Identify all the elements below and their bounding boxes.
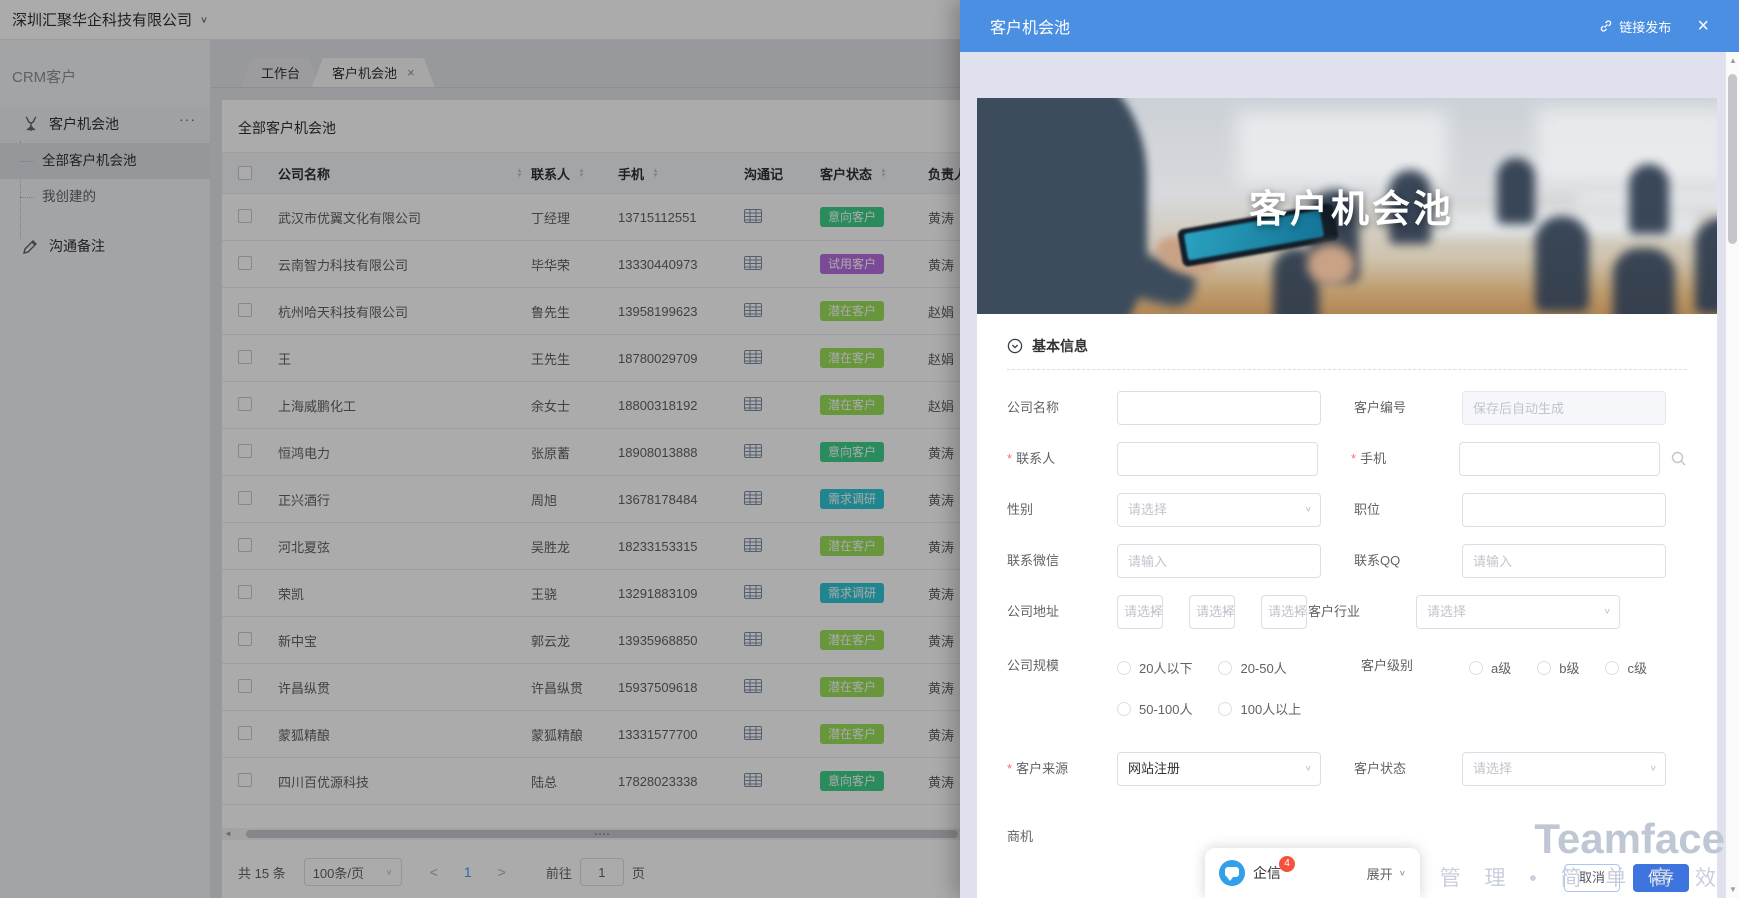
wechat-input[interactable] (1117, 544, 1321, 578)
drawer-actions: 取消 保存 (1563, 864, 1689, 892)
source-value: 网站注册 (1128, 761, 1181, 776)
field-label-qq: 联系QQ (1354, 553, 1401, 568)
radio-label: 100人以上 (1240, 702, 1302, 717)
chevron-down-icon (1399, 869, 1406, 878)
radio-c级[interactable]: c级 (1605, 658, 1647, 677)
radio-label: a级 (1491, 661, 1512, 676)
radio-a级[interactable]: a级 (1469, 658, 1511, 677)
search-icon[interactable] (1670, 450, 1687, 467)
close-icon[interactable]: × (1697, 16, 1709, 36)
circle-chevron-icon (1007, 338, 1023, 354)
company-name-input[interactable] (1117, 391, 1321, 425)
form-card: 基本信息 公司名称 客户编号 联系人 手机 (977, 314, 1717, 898)
field-label-industry: 客户行业 (1308, 604, 1361, 619)
field-label-position: 职位 (1354, 502, 1381, 517)
gender-placeholder: 请选择 (1128, 502, 1168, 517)
mobile-input[interactable] (1459, 442, 1660, 476)
field-label-address: 公司地址 (1007, 604, 1060, 619)
radio-100人以上[interactable]: 100人以上 (1218, 699, 1301, 718)
drawer: 客户机会池 链接发布 × ▲ ▼ 客户机会池 基本信息 公司名称 客户编号 保存… (960, 0, 1739, 898)
status-placeholder: 请选择 (1473, 761, 1513, 776)
address-province-select[interactable]: 请选择 (1117, 595, 1163, 629)
section-label: 基本信息 (1032, 338, 1088, 354)
chevron-down-icon (1151, 599, 1158, 625)
radio-label: b级 (1559, 661, 1580, 676)
radio-circle-icon (1469, 660, 1483, 675)
radio-circle-icon (1218, 701, 1233, 716)
radio-circle-icon (1117, 701, 1131, 716)
radio-label: 20-50人 (1240, 661, 1287, 676)
link-publish-button[interactable]: 链接发布 (1599, 17, 1671, 36)
expand-button[interactable]: 展开 (1367, 864, 1406, 883)
app-screen: 深圳汇聚华企科技有限公司 CRM客户 客户机会池 ··· 全部客户机会池我创建的… (0, 0, 1739, 898)
field-label-source: 客户来源 (1007, 752, 1117, 786)
qq-input[interactable] (1462, 544, 1666, 578)
radio-20-50人[interactable]: 20-50人 (1218, 658, 1287, 677)
save-button[interactable]: 保存 (1632, 864, 1689, 892)
scrollbar-thumb[interactable] (1728, 74, 1737, 244)
field-label-mobile: 手机 (1351, 442, 1459, 476)
field-label-company-name: 公司名称 (1007, 400, 1060, 415)
chevron-down-icon (1223, 599, 1230, 625)
gender-select[interactable]: 请选择 (1117, 493, 1321, 527)
contact-input[interactable] (1117, 442, 1318, 476)
address-district-select[interactable]: 请选择 (1261, 595, 1307, 629)
chat-widget-name: 企信 (1253, 865, 1281, 881)
radio-50-100人[interactable]: 50-100人 (1117, 699, 1192, 718)
link-publish-label: 链接发布 (1619, 19, 1672, 35)
customer-no-input (1462, 391, 1666, 425)
field-label-opportunity: 商机 (1007, 829, 1034, 844)
radio-circle-icon (1117, 660, 1131, 675)
chevron-down-icon (1650, 756, 1657, 782)
field-label-status: 客户状态 (1354, 761, 1407, 776)
chevron-down-icon (1305, 497, 1312, 523)
chat-widget[interactable]: 企信 4 展开 (1205, 848, 1420, 898)
field-label-customer-no: 客户编号 (1354, 400, 1407, 415)
radio-b级[interactable]: b级 (1537, 658, 1579, 677)
chevron-down-icon (1295, 599, 1302, 625)
vertical-scrollbar[interactable]: ▲ ▼ (1725, 52, 1739, 898)
radio-circle-icon (1537, 660, 1552, 675)
customer-level-group: a级 b级 c级 (1469, 649, 1673, 677)
position-input[interactable] (1462, 493, 1666, 527)
notification-badge: 4 (1279, 856, 1295, 872)
modal-mask[interactable] (0, 0, 960, 898)
field-label-company-size: 公司规模 (1007, 658, 1060, 673)
industry-placeholder: 请选择 (1427, 604, 1467, 619)
company-size-group: 20人以下 20-50人 50-100人 100人以上 (1117, 649, 1377, 718)
field-label-wechat: 联系微信 (1007, 553, 1060, 568)
chevron-down-icon (1305, 756, 1312, 782)
banner-image: 客户机会池 (977, 98, 1717, 314)
source-select[interactable]: 网站注册 (1117, 752, 1321, 786)
link-icon (1601, 20, 1612, 32)
status-select[interactable]: 请选择 (1462, 752, 1666, 786)
drawer-body: 客户机会池 基本信息 公司名称 客户编号 保存后自动生成 * 联系人 * 手机 … (960, 52, 1725, 898)
chat-bubble-icon (1219, 860, 1245, 886)
radio-circle-icon (1605, 660, 1620, 675)
field-label-contact: 联系人 (1007, 442, 1117, 476)
field-label-customer-level: 客户级别 (1361, 658, 1414, 673)
banner-title: 客户机会池 (1249, 189, 1455, 231)
cancel-button[interactable]: 取消 (1563, 864, 1620, 892)
scroll-down-arrow-icon[interactable]: ▼ (1726, 885, 1739, 894)
section-basic-info[interactable]: 基本信息 (1007, 336, 1687, 356)
radio-label: 20人以下 (1139, 661, 1193, 676)
industry-select[interactable]: 请选择 (1416, 595, 1620, 629)
drawer-title: 客户机会池 (990, 20, 1071, 37)
dashed-divider (1007, 369, 1687, 370)
radio-circle-icon (1218, 660, 1233, 675)
radio-20人以下[interactable]: 20人以下 (1117, 658, 1192, 677)
address-city-select[interactable]: 请选择 (1189, 595, 1235, 629)
expand-label: 展开 (1366, 866, 1393, 882)
scroll-up-arrow-icon[interactable]: ▲ (1726, 56, 1739, 65)
drawer-header: 客户机会池 链接发布 × (960, 0, 1739, 52)
field-label-gender: 性别 (1007, 502, 1034, 517)
radio-label: 50-100人 (1139, 702, 1193, 717)
chevron-down-icon (1604, 599, 1611, 625)
radio-label: c级 (1627, 661, 1647, 676)
